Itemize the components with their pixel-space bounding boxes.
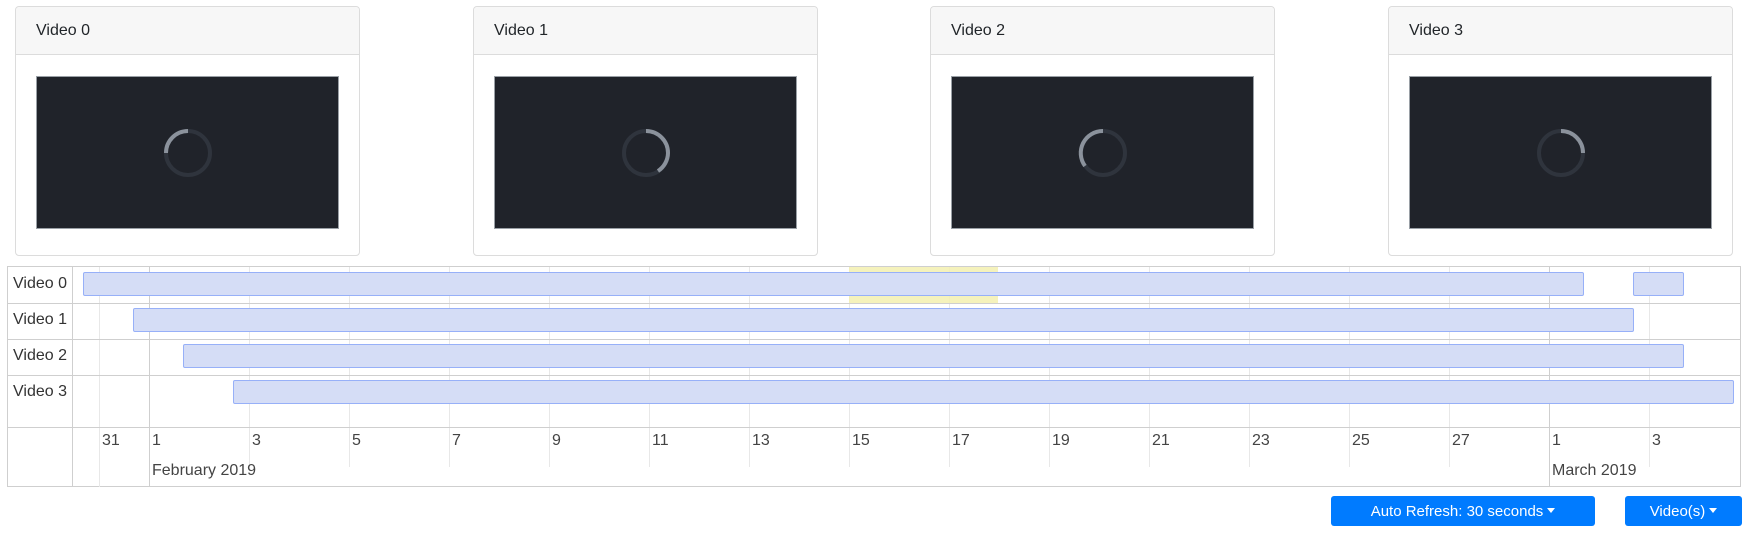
timeline-row-labels: Video 0 Video 1 Video 2 Video 3 <box>8 267 73 486</box>
timeline-gridline-month <box>149 267 150 487</box>
axis-month-label: February 2019 <box>152 462 257 479</box>
video-card-2: Video 2 <box>930 6 1275 256</box>
axis-day-label: 17 <box>952 432 970 449</box>
recording-range[interactable] <box>183 344 1684 368</box>
axis-day-label: 31 <box>102 432 120 449</box>
video-player[interactable] <box>1409 76 1712 229</box>
video-card-1: Video 1 <box>473 6 818 256</box>
axis-day-label: 23 <box>1252 432 1270 449</box>
caret-down-icon <box>1709 507 1718 513</box>
recording-range[interactable] <box>83 272 1584 296</box>
axis-day-label: 5 <box>352 432 361 449</box>
row-label: Video 3 <box>13 383 67 400</box>
axis-day-label: 3 <box>1652 432 1661 449</box>
videos-label: Video(s) <box>1649 502 1706 520</box>
row-separator <box>8 375 1740 376</box>
axis-day-label: 27 <box>1452 432 1470 449</box>
axis-day-label: 19 <box>1052 432 1070 449</box>
row-separator <box>8 303 1740 304</box>
row-label: Video 1 <box>13 311 67 328</box>
video-card-title: Video 1 <box>474 7 817 55</box>
video-card-3: Video 3 <box>1388 6 1733 256</box>
axis-day-label: 21 <box>1152 432 1170 449</box>
video-card-title: Video 2 <box>931 7 1274 55</box>
axis-day-label: 1 <box>1552 432 1561 449</box>
axis-day-label: 3 <box>252 432 261 449</box>
videos-dropdown-button[interactable]: Video(s) <box>1625 496 1742 526</box>
video-player[interactable] <box>36 76 339 229</box>
auto-refresh-label: Auto Refresh: 30 seconds <box>1370 502 1544 520</box>
spinner-icon <box>621 128 670 177</box>
axis-day-label: 7 <box>452 432 461 449</box>
timeline-gridline-month <box>1549 267 1550 487</box>
video-card-title: Video 3 <box>1389 7 1732 55</box>
row-label: Video 0 <box>13 275 67 292</box>
axis-day-label: 25 <box>1352 432 1370 449</box>
spinner-icon <box>1078 128 1127 177</box>
axis-day-label: 15 <box>852 432 870 449</box>
video-card-title: Video 0 <box>16 7 359 55</box>
recording-range[interactable] <box>233 380 1734 404</box>
auto-refresh-dropdown-button[interactable]: Auto Refresh: 30 seconds <box>1331 496 1595 526</box>
axis-month-label: March 2019 <box>1552 462 1637 479</box>
axis-day-label: 13 <box>752 432 770 449</box>
spinner-icon <box>1536 128 1585 177</box>
timeline-gridline <box>99 267 100 487</box>
axis-day-label: 11 <box>652 432 669 449</box>
axis-day-label: 1 <box>152 432 161 449</box>
axis-day-label: 9 <box>552 432 561 449</box>
video-card-0: Video 0 <box>15 6 360 256</box>
spinner-icon <box>163 128 212 177</box>
caret-down-icon <box>1547 507 1556 513</box>
video-player[interactable] <box>951 76 1254 229</box>
row-separator <box>8 427 1740 428</box>
timeline[interactable]: Video 0 Video 1 Video 2 Video 3 31 1 3 5… <box>7 266 1741 487</box>
row-label: Video 2 <box>13 347 67 364</box>
recording-range[interactable] <box>1633 272 1684 296</box>
row-separator <box>8 339 1740 340</box>
video-player[interactable] <box>494 76 797 229</box>
recording-range[interactable] <box>133 308 1634 332</box>
